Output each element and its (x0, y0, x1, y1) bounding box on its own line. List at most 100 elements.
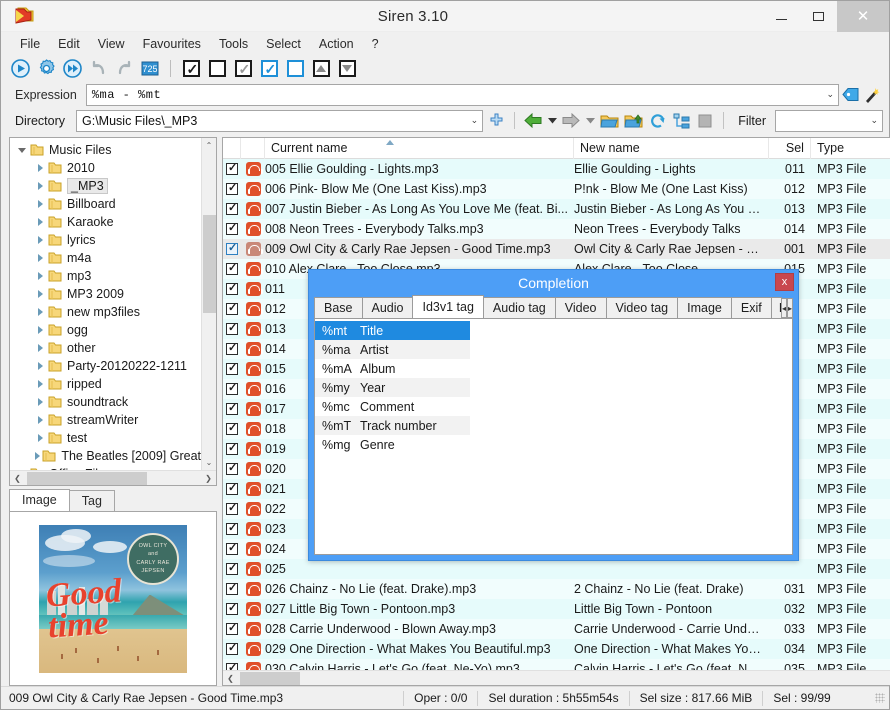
forward-dropdown-icon[interactable] (584, 110, 596, 132)
table-row[interactable]: ✓ 026 Chainz - No Lie (feat. Drake).mp3 2 … (223, 579, 890, 599)
table-row[interactable]: ✓ 027 Little Big Town - Pontoon.mp3 Little… (223, 599, 890, 619)
tree-item-streamwriter[interactable]: streamWriter (10, 411, 201, 429)
row-checkbox[interactable]: ✓ (223, 662, 241, 670)
expander-closed-icon[interactable] (32, 416, 48, 424)
list-item[interactable]: %mg Genre (315, 435, 470, 454)
menu-item-help[interactable]: ? (363, 35, 388, 53)
tree-item-ogg[interactable]: ogg (10, 321, 201, 339)
move-up-icon[interactable] (310, 58, 332, 80)
scroll-right-icon[interactable]: ❯ (201, 474, 216, 483)
check-selected-icon[interactable]: ✓ (258, 58, 280, 80)
settings-icon[interactable] (35, 58, 57, 80)
start-icon[interactable] (9, 58, 31, 80)
redo-icon[interactable] (113, 58, 135, 80)
table-row[interactable]: ✓ 007 Justin Bieber - As Long As You Love… (223, 199, 890, 219)
row-checkbox[interactable]: ✓ (223, 382, 241, 395)
table-row[interactable]: ✓ 009 Owl City & Carly Rae Jepsen - Good … (223, 239, 890, 259)
list-horizontal-scrollbar[interactable]: ❮ ❯ (223, 670, 890, 685)
counter-icon[interactable]: 725 (139, 58, 161, 80)
table-row[interactable]: ✓ 006 Pink- Blow Me (One Last Kiss).mp3 P!… (223, 179, 890, 199)
column-check[interactable] (223, 137, 241, 159)
expander-closed-icon[interactable] (32, 164, 48, 172)
list-item[interactable]: %mT Track number (315, 416, 470, 435)
fast-forward-icon[interactable] (61, 58, 83, 80)
check-all-icon[interactable]: ✓ (180, 58, 202, 80)
tree-root-music-files[interactable]: Music Files (10, 141, 201, 159)
resize-grip-icon[interactable] (875, 693, 885, 703)
dialog-placeholder-list[interactable]: %mt Title %ma Artist %mA Album %my Year %mc Comme… (314, 318, 793, 555)
tree-item-billboard[interactable]: Billboard (10, 195, 201, 213)
row-checkbox[interactable]: ✓ (223, 402, 241, 415)
expander-closed-icon[interactable] (32, 380, 48, 388)
minimize-button[interactable] (763, 1, 800, 32)
row-checkbox[interactable]: ✓ (223, 482, 241, 495)
dialog-tab-audio-tag[interactable]: Audio tag (482, 297, 556, 318)
row-checkbox[interactable]: ✓ (223, 222, 241, 235)
tree-item-m4a[interactable]: m4a (10, 249, 201, 267)
filter-input[interactable]: ⌄ (775, 109, 883, 132)
row-checkbox[interactable]: ✓ (223, 162, 241, 175)
menu-item-action[interactable]: Action (310, 35, 363, 53)
table-row[interactable]: ✓ 008 Neon Trees - Everybody Talks.mp3 Neo… (223, 219, 890, 239)
dialog-tab-id3v1-tag[interactable]: Id3v1 tag (412, 295, 484, 318)
list-item[interactable]: %mA Album (315, 359, 470, 378)
forward-arrow-icon[interactable] (560, 110, 582, 132)
maximize-button[interactable] (800, 1, 837, 32)
menu-item-favourites[interactable]: Favourites (134, 35, 210, 53)
tree-item-lyrics[interactable]: lyrics (10, 231, 201, 249)
row-checkbox[interactable]: ✓ (223, 242, 241, 255)
menu-item-tools[interactable]: Tools (210, 35, 257, 53)
scroll-up-icon[interactable]: ⌃ (202, 138, 217, 153)
dialog-tab-audio[interactable]: Audio (361, 297, 414, 318)
column-icon[interactable] (241, 137, 265, 159)
scroll-left-icon[interactable]: ❮ (223, 674, 238, 683)
expander-closed-icon[interactable] (32, 272, 48, 280)
column-type[interactable]: Type (811, 138, 890, 159)
back-arrow-icon[interactable] (522, 110, 544, 132)
tree-item-mp3[interactable]: mp3 (10, 267, 201, 285)
directory-input[interactable]: G:\Music Files\_MP3 ⌄ (76, 109, 484, 132)
tag-icon[interactable] (839, 84, 861, 106)
chevron-down-icon[interactable]: ⌄ (471, 111, 479, 131)
expander-closed-icon[interactable] (32, 236, 48, 244)
table-row[interactable]: ✓ 028 Carrie Underwood - Blown Away.mp3 Ca… (223, 619, 890, 639)
expander-closed-icon[interactable] (32, 344, 48, 352)
column-sel[interactable]: Sel (769, 137, 811, 159)
tree-item-beatles[interactable]: The Beatles [2009] Great (10, 447, 201, 465)
dialog-tab-video[interactable]: Video (554, 297, 607, 318)
row-checkbox[interactable]: ✓ (223, 542, 241, 555)
table-row[interactable]: ✓ 029 One Direction - What Makes You Beau… (223, 639, 890, 659)
parent-folder-icon[interactable] (622, 110, 644, 132)
row-checkbox[interactable]: ✓ (223, 602, 241, 615)
row-checkbox[interactable]: ✓ (223, 522, 241, 535)
dialog-close-button[interactable]: x (775, 273, 794, 291)
scroll-track[interactable] (201, 153, 216, 455)
list-item[interactable]: %my Year (315, 378, 470, 397)
open-folder-icon[interactable] (598, 110, 620, 132)
list-item[interactable]: %mt Title (315, 321, 470, 340)
expander-closed-icon[interactable] (32, 362, 48, 370)
tab-image[interactable]: Image (9, 489, 70, 511)
row-checkbox[interactable]: ✓ (223, 182, 241, 195)
dialog-tab-exif[interactable]: Exif (730, 297, 772, 318)
tree-item-party[interactable]: Party-20120222-1211 (10, 357, 201, 375)
column-new-name[interactable]: New name (574, 137, 769, 159)
row-checkbox[interactable]: ✓ (223, 342, 241, 355)
add-icon[interactable] (485, 110, 507, 132)
scroll-thumb[interactable] (202, 215, 216, 313)
row-checkbox[interactable]: ✓ (223, 462, 241, 475)
menu-item-file[interactable]: File (11, 35, 49, 53)
expander-closed-icon[interactable] (32, 434, 48, 442)
back-dropdown-icon[interactable] (546, 110, 558, 132)
menu-item-view[interactable]: View (89, 35, 134, 53)
row-checkbox[interactable]: ✓ (223, 502, 241, 515)
tree-item-karaoke[interactable]: Karaoke (10, 213, 201, 231)
row-checkbox[interactable]: ✓ (223, 562, 241, 575)
expander-closed-icon[interactable] (32, 200, 48, 208)
scroll-left-icon[interactable]: ❮ (10, 474, 25, 483)
table-row[interactable]: ✓ 030 Calvin Harris - Let's Go (feat. Ne-… (223, 659, 890, 670)
tree-item-new-mp3files[interactable]: new mp3files (10, 303, 201, 321)
column-current-name[interactable]: Current name (265, 137, 574, 159)
scroll-down-icon[interactable]: ⌄ (202, 455, 217, 470)
table-row[interactable]: ✓ 005 Ellie Goulding - Lights.mp3 Ellie Go… (223, 159, 890, 179)
